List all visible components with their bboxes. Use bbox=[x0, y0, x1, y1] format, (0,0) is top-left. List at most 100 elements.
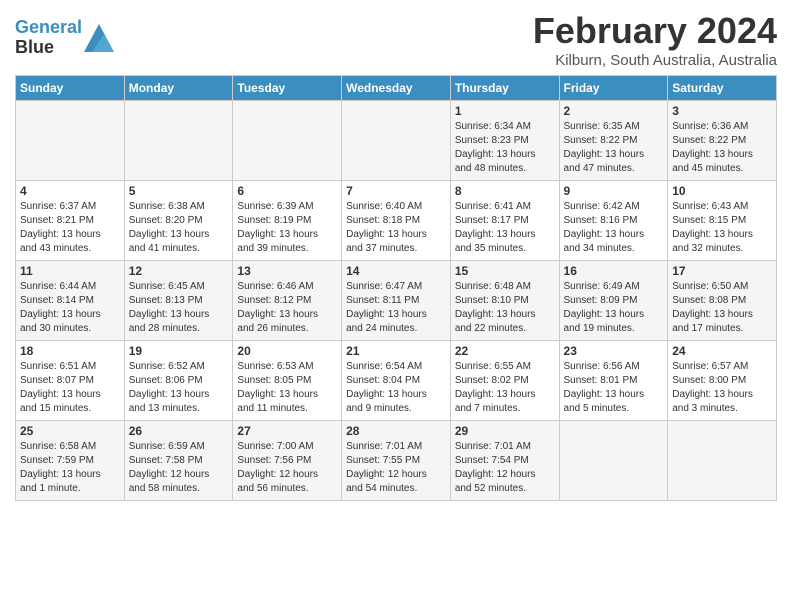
calendar-cell: 10 Sunrise: 6:43 AM Sunset: 8:15 PM Dayli… bbox=[668, 181, 777, 261]
day-info: Sunrise: 6:37 AM Sunset: 8:21 PM Dayligh… bbox=[20, 200, 120, 256]
day-info: Sunrise: 6:46 AM Sunset: 8:12 PM Dayligh… bbox=[237, 280, 337, 336]
calendar-cell: 13 Sunrise: 6:46 AM Sunset: 8:12 PM Dayli… bbox=[233, 261, 342, 341]
calendar-table: SundayMondayTuesdayWednesdayThursdayFrid… bbox=[15, 75, 777, 501]
day-number: 28 bbox=[346, 424, 446, 438]
day-info: Sunrise: 6:58 AM Sunset: 7:59 PM Dayligh… bbox=[20, 440, 120, 496]
day-number: 12 bbox=[129, 264, 229, 278]
day-info: Sunrise: 6:51 AM Sunset: 8:07 PM Dayligh… bbox=[20, 360, 120, 416]
day-number: 8 bbox=[455, 184, 555, 198]
logo: General Blue bbox=[15, 18, 114, 58]
logo-text: General Blue bbox=[15, 18, 82, 58]
calendar-cell: 20Sunrise: 6:53 AM Sunset: 8:05 PM Dayli… bbox=[233, 341, 342, 421]
day-info: Sunrise: 6:48 AM Sunset: 8:10 PM Dayligh… bbox=[455, 280, 555, 336]
day-number: 14 bbox=[346, 264, 446, 278]
day-info: Sunrise: 6:57 AM Sunset: 8:00 PM Dayligh… bbox=[672, 360, 772, 416]
day-number: 17 bbox=[672, 264, 772, 278]
day-info: Sunrise: 6:41 AM Sunset: 8:17 PM Dayligh… bbox=[455, 200, 555, 256]
day-number: 5 bbox=[129, 184, 229, 198]
week-row-5: 25 Sunrise: 6:58 AM Sunset: 7:59 PM Dayli… bbox=[16, 421, 777, 501]
day-number: 9 bbox=[564, 184, 664, 198]
day-number: 29 bbox=[455, 424, 555, 438]
calendar-cell: 1 Sunrise: 6:34 AM Sunset: 8:23 PM Daylig… bbox=[450, 101, 559, 181]
calendar-cell bbox=[559, 421, 668, 501]
day-info: Sunrise: 6:56 AM Sunset: 8:01 PM Dayligh… bbox=[564, 360, 664, 416]
logo-icon bbox=[84, 24, 114, 52]
day-info: Sunrise: 6:38 AM Sunset: 8:20 PM Dayligh… bbox=[129, 200, 229, 256]
day-number: 15 bbox=[455, 264, 555, 278]
day-info: Sunrise: 6:34 AM Sunset: 8:23 PM Dayligh… bbox=[455, 120, 555, 176]
calendar-cell: 19Sunrise: 6:52 AM Sunset: 8:06 PM Dayli… bbox=[124, 341, 233, 421]
calendar-cell: 9 Sunrise: 6:42 AM Sunset: 8:16 PM Daylig… bbox=[559, 181, 668, 261]
calendar-cell: 2Sunrise: 6:35 AM Sunset: 8:22 PM Daylig… bbox=[559, 101, 668, 181]
calendar-cell: 12 Sunrise: 6:45 AM Sunset: 8:13 PM Dayli… bbox=[124, 261, 233, 341]
col-header-saturday: Saturday bbox=[668, 76, 777, 101]
calendar-cell: 29 Sunrise: 7:01 AM Sunset: 7:54 PM Dayli… bbox=[450, 421, 559, 501]
day-info: Sunrise: 7:01 AM Sunset: 7:55 PM Dayligh… bbox=[346, 440, 446, 496]
calendar-cell bbox=[16, 101, 125, 181]
day-info: Sunrise: 6:44 AM Sunset: 8:14 PM Dayligh… bbox=[20, 280, 120, 336]
calendar-cell bbox=[233, 101, 342, 181]
day-number: 27 bbox=[237, 424, 337, 438]
day-info: Sunrise: 6:59 AM Sunset: 7:58 PM Dayligh… bbox=[129, 440, 229, 496]
header-row: SundayMondayTuesdayWednesdayThursdayFrid… bbox=[16, 76, 777, 101]
calendar-cell: 16 Sunrise: 6:49 AM Sunset: 8:09 PM Dayli… bbox=[559, 261, 668, 341]
day-number: 1 bbox=[455, 104, 555, 118]
calendar-cell: 4 Sunrise: 6:37 AM Sunset: 8:21 PM Daylig… bbox=[16, 181, 125, 261]
header: General Blue February 2024 Kilburn, Sout… bbox=[15, 10, 777, 69]
day-number: 26 bbox=[129, 424, 229, 438]
day-info: Sunrise: 6:36 AM Sunset: 8:22 PM Dayligh… bbox=[672, 120, 772, 176]
col-header-friday: Friday bbox=[559, 76, 668, 101]
location-title: Kilburn, South Australia, Australia bbox=[533, 52, 777, 69]
calendar-cell: 17 Sunrise: 6:50 AM Sunset: 8:08 PM Dayli… bbox=[668, 261, 777, 341]
day-number: 6 bbox=[237, 184, 337, 198]
day-info: Sunrise: 6:49 AM Sunset: 8:09 PM Dayligh… bbox=[564, 280, 664, 336]
day-number: 23 bbox=[564, 344, 664, 358]
calendar-cell bbox=[124, 101, 233, 181]
day-info: Sunrise: 6:42 AM Sunset: 8:16 PM Dayligh… bbox=[564, 200, 664, 256]
day-info: Sunrise: 6:47 AM Sunset: 8:11 PM Dayligh… bbox=[346, 280, 446, 336]
col-header-tuesday: Tuesday bbox=[233, 76, 342, 101]
calendar-cell: 26 Sunrise: 6:59 AM Sunset: 7:58 PM Dayli… bbox=[124, 421, 233, 501]
day-info: Sunrise: 6:53 AM Sunset: 8:05 PM Dayligh… bbox=[237, 360, 337, 416]
day-number: 18 bbox=[20, 344, 120, 358]
calendar-cell: 21 Sunrise: 6:54 AM Sunset: 8:04 PM Dayli… bbox=[342, 341, 451, 421]
week-row-2: 4 Sunrise: 6:37 AM Sunset: 8:21 PM Daylig… bbox=[16, 181, 777, 261]
day-info: Sunrise: 6:45 AM Sunset: 8:13 PM Dayligh… bbox=[129, 280, 229, 336]
day-number: 21 bbox=[346, 344, 446, 358]
calendar-cell: 18 Sunrise: 6:51 AM Sunset: 8:07 PM Dayli… bbox=[16, 341, 125, 421]
day-number: 7 bbox=[346, 184, 446, 198]
calendar-cell: 7 Sunrise: 6:40 AM Sunset: 8:18 PM Daylig… bbox=[342, 181, 451, 261]
calendar-cell: 22 Sunrise: 6:55 AM Sunset: 8:02 PM Dayli… bbox=[450, 341, 559, 421]
calendar-cell: 11 Sunrise: 6:44 AM Sunset: 8:14 PM Dayli… bbox=[16, 261, 125, 341]
col-header-monday: Monday bbox=[124, 76, 233, 101]
day-number: 16 bbox=[564, 264, 664, 278]
calendar-cell: 24 Sunrise: 6:57 AM Sunset: 8:00 PM Dayli… bbox=[668, 341, 777, 421]
day-info: Sunrise: 6:52 AM Sunset: 8:06 PM Dayligh… bbox=[129, 360, 229, 416]
day-number: 4 bbox=[20, 184, 120, 198]
day-number: 24 bbox=[672, 344, 772, 358]
calendar-cell: 5 Sunrise: 6:38 AM Sunset: 8:20 PM Daylig… bbox=[124, 181, 233, 261]
calendar-cell bbox=[342, 101, 451, 181]
calendar-cell: 25 Sunrise: 6:58 AM Sunset: 7:59 PM Dayli… bbox=[16, 421, 125, 501]
week-row-4: 18 Sunrise: 6:51 AM Sunset: 8:07 PM Dayli… bbox=[16, 341, 777, 421]
day-info: Sunrise: 6:50 AM Sunset: 8:08 PM Dayligh… bbox=[672, 280, 772, 336]
day-number: 10 bbox=[672, 184, 772, 198]
day-number: 22 bbox=[455, 344, 555, 358]
day-info: Sunrise: 6:43 AM Sunset: 8:15 PM Dayligh… bbox=[672, 200, 772, 256]
day-number: 11 bbox=[20, 264, 120, 278]
week-row-1: 1 Sunrise: 6:34 AM Sunset: 8:23 PM Daylig… bbox=[16, 101, 777, 181]
day-info: Sunrise: 7:01 AM Sunset: 7:54 PM Dayligh… bbox=[455, 440, 555, 496]
day-info: Sunrise: 6:54 AM Sunset: 8:04 PM Dayligh… bbox=[346, 360, 446, 416]
week-row-3: 11 Sunrise: 6:44 AM Sunset: 8:14 PM Dayli… bbox=[16, 261, 777, 341]
calendar-cell: 15 Sunrise: 6:48 AM Sunset: 8:10 PM Dayli… bbox=[450, 261, 559, 341]
col-header-sunday: Sunday bbox=[16, 76, 125, 101]
day-info: Sunrise: 7:00 AM Sunset: 7:56 PM Dayligh… bbox=[237, 440, 337, 496]
title-block: February 2024 Kilburn, South Australia, … bbox=[533, 10, 777, 69]
calendar-cell bbox=[668, 421, 777, 501]
day-number: 25 bbox=[20, 424, 120, 438]
day-number: 13 bbox=[237, 264, 337, 278]
day-info: Sunrise: 6:55 AM Sunset: 8:02 PM Dayligh… bbox=[455, 360, 555, 416]
day-info: Sunrise: 6:39 AM Sunset: 8:19 PM Dayligh… bbox=[237, 200, 337, 256]
day-info: Sunrise: 6:40 AM Sunset: 8:18 PM Dayligh… bbox=[346, 200, 446, 256]
calendar-cell: 3Sunrise: 6:36 AM Sunset: 8:22 PM Daylig… bbox=[668, 101, 777, 181]
